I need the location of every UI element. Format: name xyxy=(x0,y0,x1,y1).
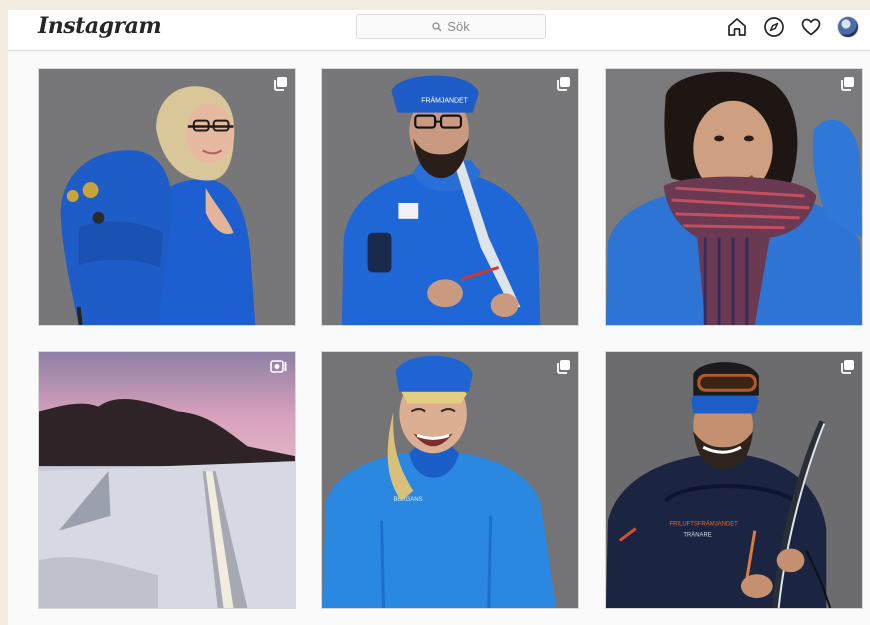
post-image-4 xyxy=(39,352,295,608)
svg-text:FRILUFTSFRÄMJANDET: FRILUFTSFRÄMJANDET xyxy=(670,521,739,528)
carousel-icon xyxy=(274,77,287,91)
post-image-6: FRILUFTSFRÄMJANDET TRÄNARE xyxy=(606,352,862,608)
svg-text:TRÄNARE: TRÄNARE xyxy=(683,532,711,539)
explore-icon[interactable] xyxy=(763,16,785,38)
home-icon[interactable] xyxy=(726,16,748,38)
carousel-icon xyxy=(841,360,854,374)
igtv-icon xyxy=(270,360,287,373)
carousel-icon xyxy=(841,77,854,91)
top-navigation-bar: Instagram Sök xyxy=(8,10,870,51)
carousel-icon xyxy=(557,77,570,91)
profile-avatar[interactable] xyxy=(837,16,859,38)
post-tile-6[interactable]: FRILUFTSFRÄMJANDET TRÄNARE xyxy=(605,351,863,609)
svg-text:BERGANS: BERGANS xyxy=(393,497,422,503)
header-nav-icons xyxy=(726,16,859,38)
post-tile-3[interactable] xyxy=(605,68,863,326)
post-image-2: FRÄMJANDET xyxy=(322,69,578,325)
post-image-1 xyxy=(39,69,295,325)
carousel-icon xyxy=(557,360,570,374)
post-tile-5[interactable]: BERGANS xyxy=(321,351,579,609)
post-tile-4[interactable] xyxy=(38,351,296,609)
search-input[interactable]: Sök xyxy=(356,14,546,39)
browser-viewport: Instagram Sök FRÄMJANDET BERGANS FRILUFT… xyxy=(8,10,870,625)
search-icon xyxy=(432,21,442,31)
search-placeholder: Sök xyxy=(447,19,470,34)
post-image-3 xyxy=(606,69,862,325)
post-image-5: BERGANS xyxy=(322,352,578,608)
post-tile-2[interactable]: FRÄMJANDET xyxy=(321,68,579,326)
heart-icon[interactable] xyxy=(800,16,822,38)
post-tile-1[interactable] xyxy=(38,68,296,326)
instagram-logo[interactable]: Instagram xyxy=(38,13,162,39)
svg-text:FRÄMJANDET: FRÄMJANDET xyxy=(421,97,468,105)
